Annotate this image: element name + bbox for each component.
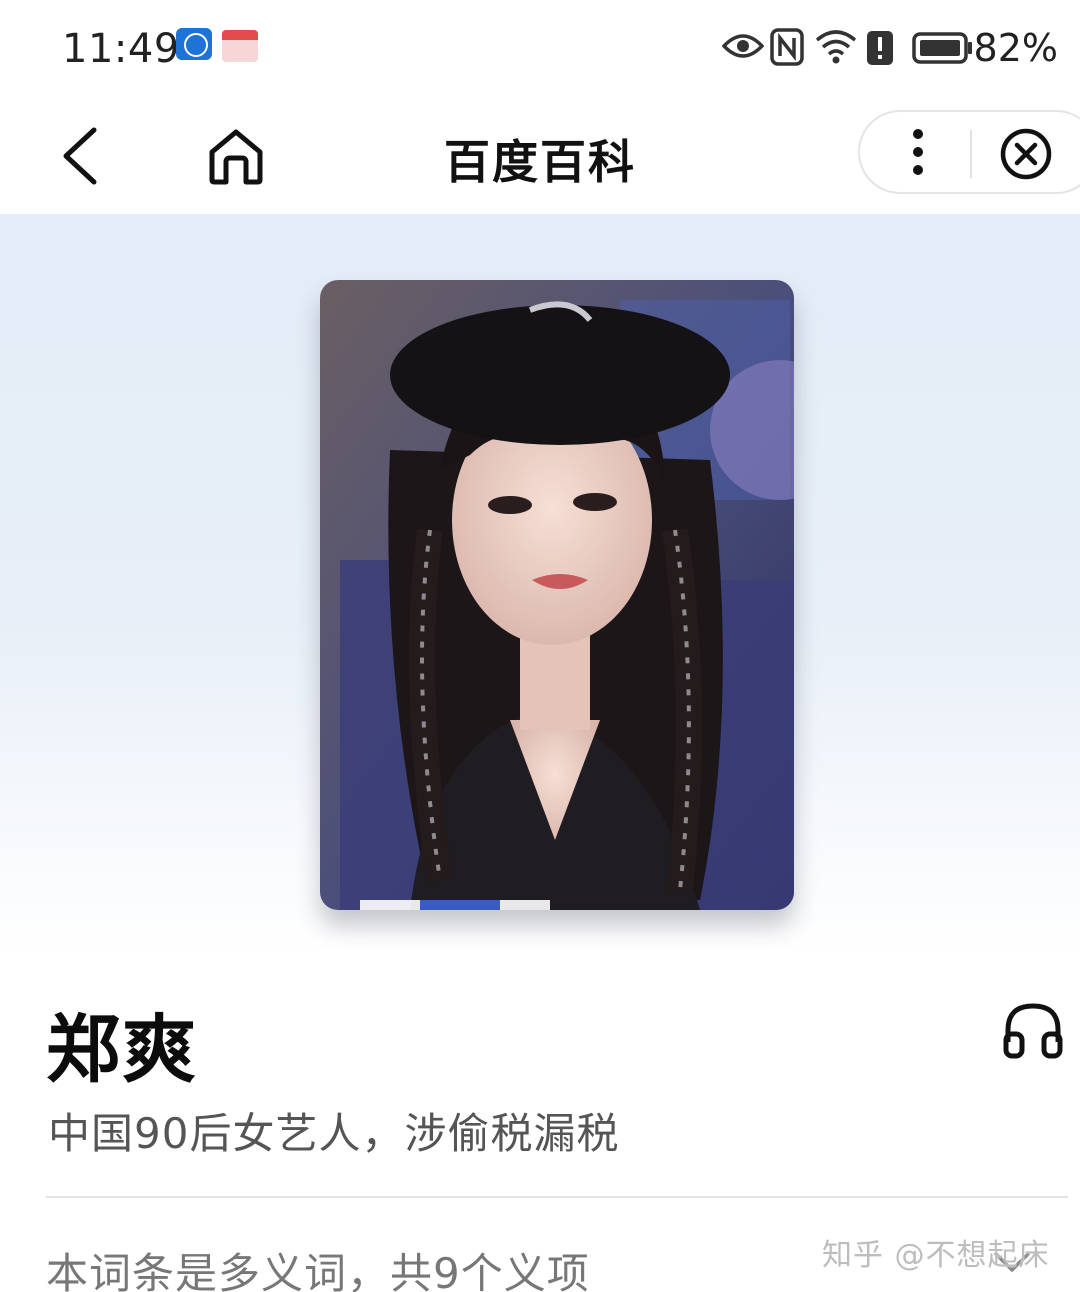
- audio-button[interactable]: [1000, 1000, 1066, 1060]
- wifi-icon: [815, 30, 857, 64]
- portrait-photo[interactable]: [320, 280, 794, 910]
- mini-program-capsule: [858, 110, 1080, 194]
- alert-icon: [867, 31, 893, 65]
- capsule-divider: [970, 130, 972, 178]
- watermark: 知乎 @不想起床: [822, 1238, 1050, 1273]
- more-button[interactable]: [894, 128, 942, 178]
- eye-icon: [722, 34, 764, 58]
- entry-subtitle: 中国90后女艺人，涉偷税漏税: [48, 1109, 620, 1158]
- entry-title: 郑爽: [46, 1007, 198, 1093]
- status-time: 11:49: [62, 26, 180, 72]
- status-bar: 11:49 82%: [0, 0, 1080, 96]
- battery-percent: 82%: [973, 26, 1058, 70]
- headphones-icon: [1003, 1003, 1063, 1059]
- close-circle-icon: [1000, 128, 1052, 180]
- nfc-icon: [770, 28, 804, 66]
- more-vertical-icon: [913, 129, 923, 175]
- hero-banner: [0, 214, 1080, 954]
- calendar-app-icon: [222, 30, 258, 62]
- polysemy-note[interactable]: 本词条是多义词，共9个义项: [46, 1240, 590, 1292]
- nav-bar: 百度百科: [0, 96, 1080, 214]
- portrait-illustration: [320, 280, 794, 910]
- battery-icon: [912, 32, 972, 64]
- section-divider: [46, 1196, 1068, 1198]
- browser-app-icon: [176, 28, 212, 60]
- close-button[interactable]: [998, 126, 1054, 182]
